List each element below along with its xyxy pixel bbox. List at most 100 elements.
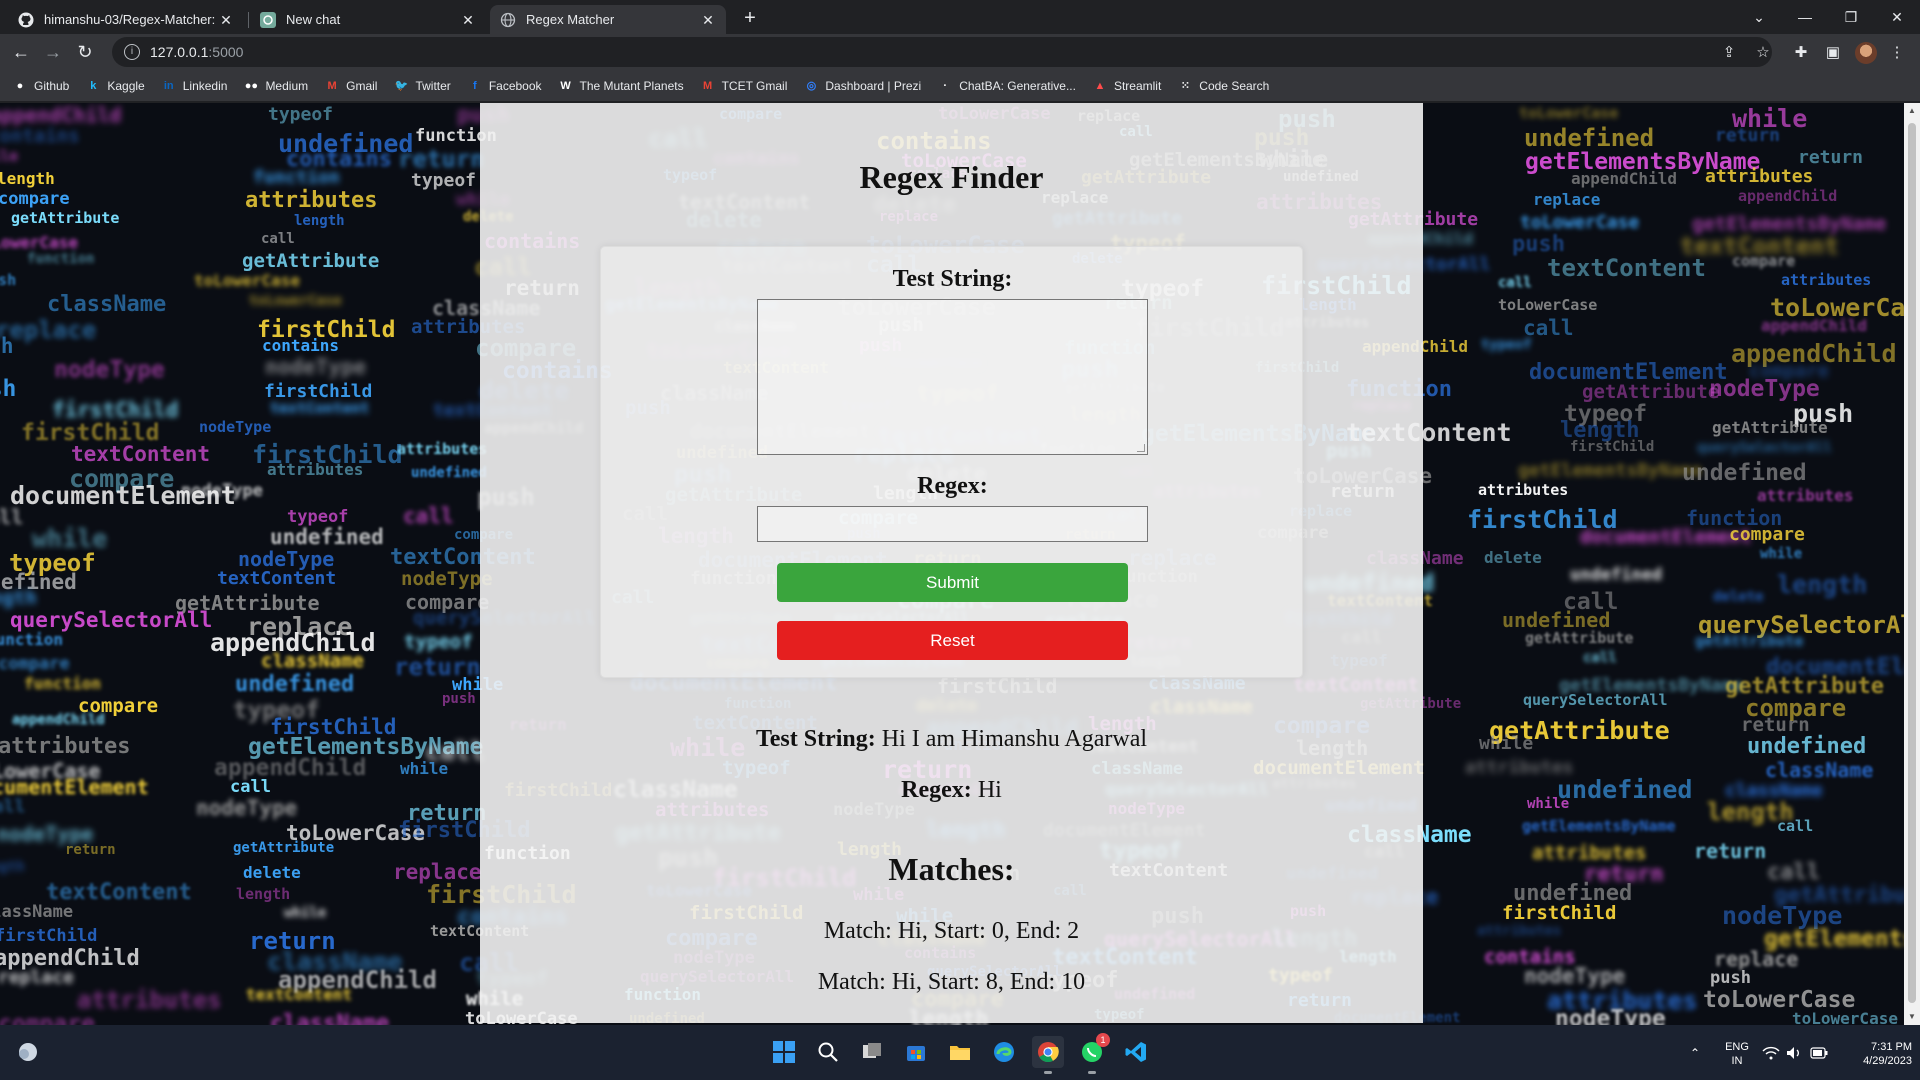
code-texture: push	[0, 376, 17, 402]
code-texture: appendChild	[1761, 316, 1867, 335]
main-container: Regex Finder Test String: Regex: Submit …	[480, 103, 1423, 1023]
code-texture: appendChild	[1571, 169, 1677, 188]
test-string-label: Test String:	[892, 266, 1013, 292]
site-info-icon[interactable]: i	[124, 44, 140, 60]
bookmark-item[interactable]: M Gmail	[324, 78, 378, 94]
code-texture: push	[0, 271, 17, 289]
scroll-thumb[interactable]	[1908, 123, 1916, 1003]
wifi-icon[interactable]	[1762, 1025, 1780, 1080]
match-item: Match: Hi, Start: 8, End: 10	[817, 969, 1086, 995]
search-icon[interactable]	[812, 1036, 844, 1068]
code-texture: nodeType	[1555, 1006, 1666, 1025]
bookmark-item[interactable]: ◎ Dashboard | Prezi	[803, 78, 922, 94]
bookmark-item[interactable]: 🐦 Twitter	[393, 78, 451, 94]
page-scrollbar[interactable]: ▲ ▼	[1904, 103, 1920, 1025]
facebook-icon: f	[472, 79, 477, 92]
code-texture: querySelectorAll	[1523, 691, 1668, 709]
code-texture: attributes	[1705, 166, 1814, 187]
new-tab-button[interactable]: +	[738, 6, 762, 30]
browser-toolbar: ← → ↻ i 127.0.0.1:5000 ⇪ ☆ ✚ ▣ ⋮	[0, 34, 1920, 70]
resize-grip-icon[interactable]	[1137, 444, 1145, 452]
code-texture: push	[442, 691, 476, 707]
tab-search-icon[interactable]: ⌄	[1736, 0, 1782, 34]
code-texture: attributes	[0, 734, 131, 759]
bookmark-item[interactable]: in Linkedin	[161, 78, 228, 94]
code-texture: contains	[262, 336, 340, 355]
code-texture: appendChild	[12, 712, 105, 728]
tray-overflow-icon[interactable]: ⌃	[1690, 1025, 1700, 1080]
reset-button[interactable]: Reset	[777, 621, 1128, 660]
bookmark-item[interactable]: M TCET Gmail	[700, 78, 787, 94]
whatsapp-icon[interactable]: 1	[1076, 1033, 1110, 1074]
bookmark-item[interactable]: f Facebook	[467, 78, 542, 94]
side-panel-icon[interactable]: ▣	[1822, 41, 1844, 63]
language-indicator[interactable]: ENG IN	[1722, 1040, 1752, 1068]
windows-start-icon[interactable]	[768, 1036, 800, 1068]
code-texture: className	[47, 292, 167, 317]
code-texture: return	[65, 842, 116, 858]
bookmark-item[interactable]: ●● Medium	[243, 78, 308, 94]
close-tab-icon[interactable]: ✕	[700, 12, 716, 28]
bookmark-item[interactable]: ● Github	[12, 78, 70, 94]
share-icon[interactable]: ⇪	[1718, 41, 1740, 63]
reload-icon[interactable]: ↻	[72, 39, 98, 65]
battery-icon[interactable]	[1810, 1025, 1828, 1080]
forward-icon[interactable]: →	[40, 39, 66, 65]
code-texture: return	[1715, 125, 1781, 146]
code-texture: replace	[1533, 190, 1601, 209]
extensions-icon[interactable]: ✚	[1790, 41, 1812, 63]
test-string-textarea[interactable]	[757, 299, 1148, 455]
bookmark-item[interactable]: ⁙ Code Search	[1177, 78, 1270, 94]
bookmark-label: Facebook	[488, 78, 542, 93]
code-texture: firstChild	[0, 926, 98, 946]
code-texture: compare	[1729, 524, 1805, 545]
menu-kebab-icon[interactable]: ⋮	[1886, 41, 1908, 63]
code-texture: undefined	[1682, 460, 1807, 486]
code-texture: call	[1498, 275, 1532, 291]
code-texture: typeof	[268, 104, 334, 125]
bookmark-label: Streamlit	[1113, 78, 1162, 93]
vscode-icon[interactable]	[1120, 1036, 1152, 1068]
system-clock[interactable]: 7:31 PM 4/29/2023	[1840, 1040, 1912, 1068]
bookmark-star-icon[interactable]: ☆	[1752, 41, 1774, 63]
profile-avatar[interactable]	[1855, 42, 1877, 64]
restore-icon[interactable]: ❐	[1828, 0, 1874, 34]
code-texture: className	[0, 902, 74, 922]
bookmark-item[interactable]: k Kaggle	[85, 78, 144, 94]
scroll-up-icon[interactable]: ▲	[1904, 103, 1920, 119]
weather-widget-icon[interactable]	[12, 1036, 44, 1068]
close-tab-icon[interactable]: ✕	[218, 12, 234, 28]
code-texture: call	[1583, 650, 1617, 666]
code-texture: textContent	[270, 399, 370, 417]
bookmark-item[interactable]: W The Mutant Planets	[558, 78, 683, 94]
tab-title: New chat	[286, 12, 341, 27]
linkedin-icon: in	[163, 79, 174, 92]
code-texture: toLowerCase	[1498, 296, 1598, 314]
edge-icon[interactable]	[988, 1036, 1020, 1068]
tab-github[interactable]: himanshu-03/Regex-Matcher: A ✕	[8, 5, 244, 34]
tab-regex-matcher[interactable]: Regex Matcher ✕	[490, 5, 726, 34]
close-tab-icon[interactable]: ✕	[460, 12, 476, 28]
code-texture: undefined	[235, 672, 355, 697]
bookmark-item[interactable]: · ChatBA: Generative...	[937, 78, 1076, 94]
bookmark-label: Github	[34, 78, 70, 93]
submit-button[interactable]: Submit	[777, 563, 1128, 602]
code-texture: attributes	[1478, 481, 1569, 499]
volume-icon[interactable]	[1786, 1025, 1804, 1080]
file-explorer-icon[interactable]	[944, 1036, 976, 1068]
address-bar[interactable]: i 127.0.0.1:5000	[112, 37, 1772, 67]
store-icon[interactable]	[900, 1036, 932, 1068]
close-window-icon[interactable]: ✕	[1874, 0, 1920, 34]
chrome-icon[interactable]	[1032, 1036, 1064, 1074]
scroll-down-icon[interactable]: ▼	[1904, 1009, 1920, 1025]
tab-new-chat[interactable]: New chat ✕	[250, 5, 486, 34]
task-view-icon[interactable]	[856, 1036, 888, 1068]
code-texture: nodeType	[265, 355, 367, 379]
bookmark-item[interactable]: ▲ Streamlit	[1092, 78, 1162, 94]
back-icon[interactable]: ←	[8, 39, 34, 65]
code-texture: nodeType	[199, 418, 272, 436]
regex-input[interactable]	[757, 506, 1148, 542]
code-texture: call	[261, 231, 295, 247]
clock-date: 4/29/2023	[1863, 1055, 1912, 1067]
minimize-icon[interactable]: —	[1782, 0, 1828, 34]
